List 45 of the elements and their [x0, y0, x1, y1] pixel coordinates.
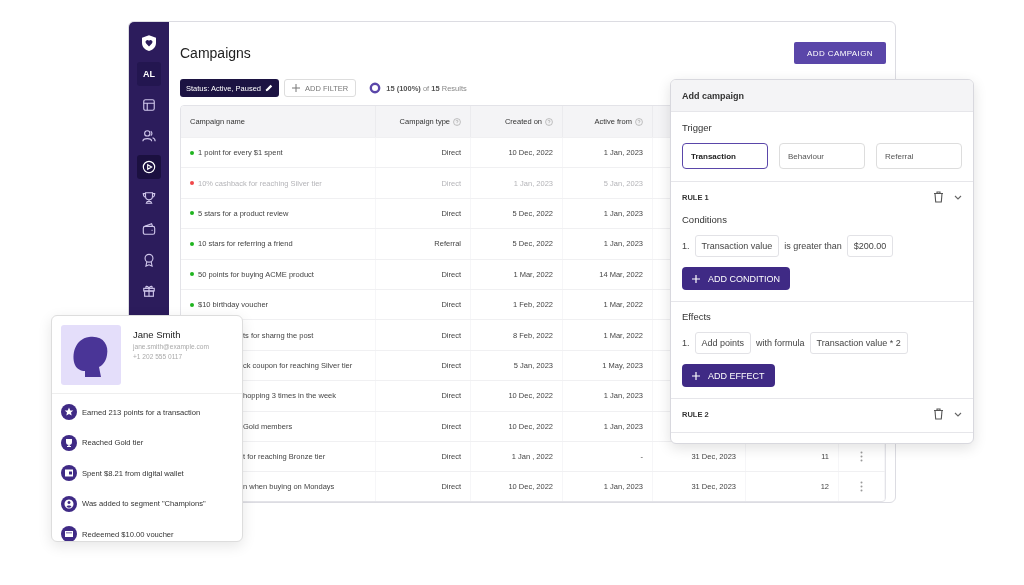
add-condition-button[interactable]: ADD CONDITION — [682, 267, 790, 290]
play-icon — [142, 160, 156, 174]
chevron-down-icon[interactable] — [954, 194, 962, 200]
list-number: 1. — [682, 338, 690, 348]
layout-icon — [142, 98, 156, 112]
trophy-icon — [61, 434, 77, 451]
plus-icon — [292, 84, 301, 92]
trophy-icon — [142, 191, 156, 205]
effect-action-field[interactable]: Add points — [694, 332, 752, 354]
panel-title: Add campaign — [682, 90, 744, 101]
list-number: 1. — [682, 241, 690, 251]
trigger-option[interactable]: Referral — [876, 143, 962, 169]
condition-value-field[interactable]: $200.00 — [846, 235, 894, 257]
trash-icon[interactable] — [933, 191, 944, 203]
chevron-down-icon[interactable] — [954, 411, 962, 417]
add-campaign-button[interactable]: ADD CAMPAIGN — [794, 42, 886, 64]
trash-icon[interactable] — [933, 408, 944, 420]
plus-icon — [692, 371, 700, 380]
more-options-icon[interactable] — [860, 451, 863, 463]
page-title: Campaigns — [180, 45, 251, 61]
person-name: Jane Smith — [133, 329, 182, 340]
more-options-icon[interactable] — [860, 481, 863, 493]
formula-field[interactable]: Transaction value * 2 — [809, 332, 908, 354]
trigger-option[interactable]: Behaviour — [779, 143, 865, 169]
condition-operator: is greater than — [784, 241, 842, 251]
section-label: Effects — [682, 311, 711, 322]
user-icon — [61, 495, 77, 512]
avatar-silhouette-icon — [61, 325, 121, 385]
gift-icon — [142, 284, 156, 298]
progress-ring-icon — [369, 82, 382, 94]
section-label: Conditions — [682, 214, 727, 225]
plus-icon — [692, 274, 700, 283]
user-avatar[interactable]: AL — [137, 62, 161, 86]
section-label: Trigger — [682, 122, 713, 133]
shield-heart-icon — [142, 35, 156, 51]
pencil-icon — [265, 84, 274, 92]
wallet-icon — [61, 465, 77, 481]
condition-field[interactable]: Transaction value — [694, 235, 780, 257]
badge-icon — [142, 253, 156, 267]
users-icon — [142, 129, 156, 143]
add-effect-button[interactable]: ADD EFFECT — [682, 364, 775, 387]
play-nav-button[interactable] — [137, 155, 161, 179]
wallet-icon — [142, 222, 156, 236]
effect-connector: with formula — [756, 338, 805, 348]
trigger-option[interactable]: Transaction — [682, 143, 768, 169]
